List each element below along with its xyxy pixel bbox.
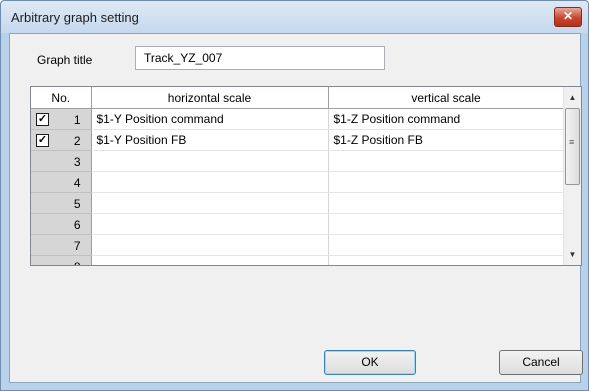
row-number: 5 [73,197,81,211]
horizontal-scale-cell[interactable] [91,234,329,256]
horizontal-scale-cell[interactable] [91,213,329,235]
scroll-up-icon[interactable]: ▲ [564,89,581,106]
row-number: 2 [73,134,81,148]
table-row[interactable]: ✓ 1 $1-Y Position command $1-Z Position com… [31,108,565,130]
table-row[interactable]: 6 [31,213,565,235]
vertical-scale-cell[interactable] [328,150,565,172]
row-number-cell[interactable]: 6 [31,213,92,235]
scroll-down-icon[interactable]: ▼ [564,246,581,263]
cancel-button[interactable]: Cancel [499,350,583,375]
horizontal-scale-cell[interactable]: $1-Y Position FB [91,129,329,151]
row-number: 8 [74,260,81,265]
row-number: 3 [73,155,81,169]
row-number-cell[interactable]: 7 [31,234,92,256]
row-number-cell[interactable]: 3 [31,150,92,172]
ok-button[interactable]: OK [324,350,416,375]
horizontal-scale-cell[interactable] [91,192,329,214]
table-row[interactable]: 8 [31,255,565,265]
graph-title-input[interactable] [135,46,385,70]
row-number-cell[interactable]: 5 [31,192,92,214]
horizontal-scale-cell[interactable] [91,255,329,265]
close-icon: ✕ [562,9,574,23]
dialog-title: Arbitrary graph setting [11,10,139,25]
vertical-scale-cell[interactable] [328,255,565,265]
scrollbar-thumb[interactable]: ≡ [565,108,580,185]
table-row[interactable]: 4 [31,171,565,193]
column-header-horizontal-scale[interactable]: horizontal scale [91,87,329,109]
vertical-scale-cell[interactable]: $1-Z Position command [328,108,565,130]
close-button[interactable]: ✕ [554,7,582,27]
row-number-cell[interactable]: ✓ 2 [31,129,92,151]
table-row[interactable]: 3 [31,150,565,172]
vertical-scale-cell[interactable] [328,213,565,235]
vertical-scale-cell[interactable]: $1-Z Position FB [328,129,565,151]
horizontal-scale-cell[interactable] [91,150,329,172]
vertical-scale-cell[interactable] [328,234,565,256]
row-number-cell[interactable]: 8 [31,255,92,265]
row-number: 1 [73,113,81,127]
horizontal-scale-cell[interactable]: $1-Y Position command [91,108,329,130]
title-bar: Arbitrary graph setting ✕ [1,1,588,33]
horizontal-scale-cell[interactable] [91,171,329,193]
row-number-cell[interactable]: ✓ 1 [31,108,92,130]
column-header-no[interactable]: No. [31,87,92,109]
table-row[interactable]: ✓ 2 $1-Y Position FB $1-Z Position FB [31,129,565,151]
grip-icon: ≡ [569,137,575,147]
row-number: 4 [73,176,81,190]
row-number-cell[interactable]: 4 [31,171,92,193]
column-header-vertical-scale[interactable]: vertical scale [328,87,565,109]
vertical-scale-cell[interactable] [328,192,565,214]
vertical-scrollbar[interactable]: ▲ ≡ ▼ [563,87,581,265]
row-number: 6 [73,218,81,232]
vertical-scale-cell[interactable] [328,171,565,193]
dialog-body: Graph title No. horizontal scale vertica… [9,33,583,383]
graph-settings-grid: No. horizontal scale vertical scale ✓ 1 $1… [30,86,582,266]
graph-title-label: Graph title [37,53,93,67]
table-row[interactable]: 7 [31,234,565,256]
row-checkbox[interactable]: ✓ [36,134,49,147]
row-number: 7 [73,239,81,253]
table-header-row: No. horizontal scale vertical scale [31,87,565,109]
row-checkbox[interactable]: ✓ [36,113,49,126]
table-row[interactable]: 5 [31,192,565,214]
dialog-window: Arbitrary graph setting ✕ Graph title No… [0,0,589,391]
